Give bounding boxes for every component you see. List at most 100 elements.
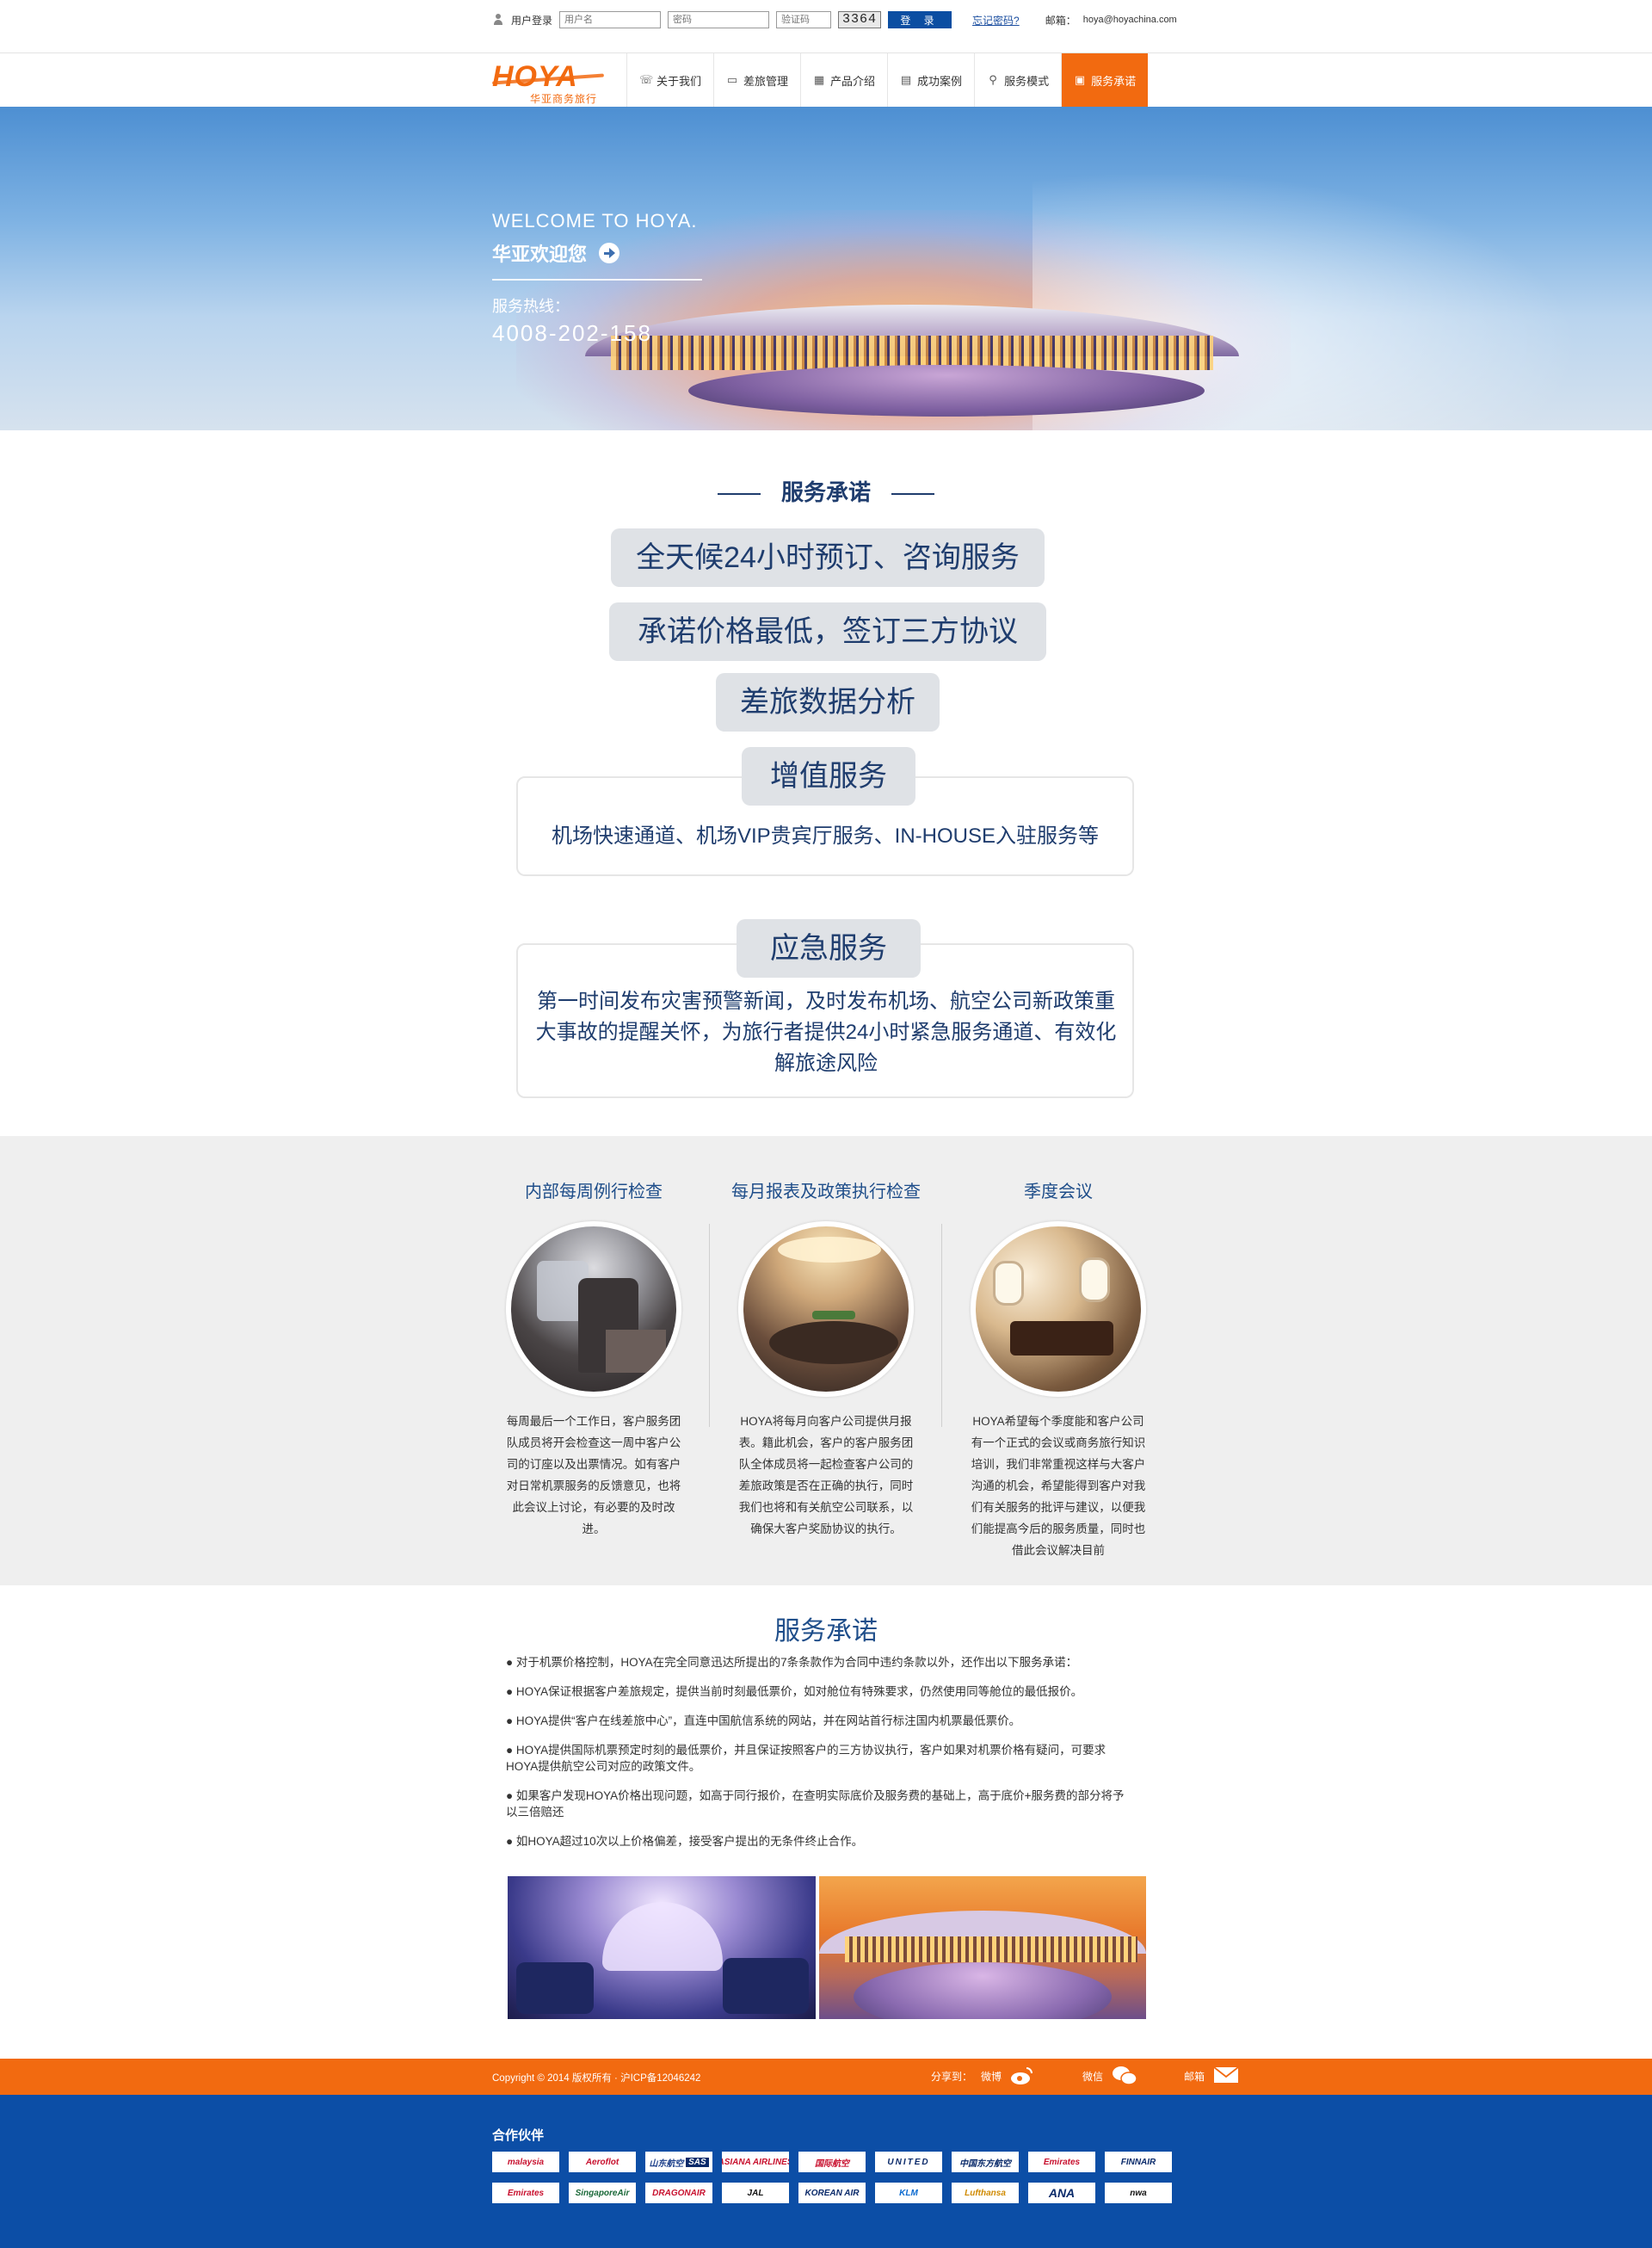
business-cabin-photo	[971, 1221, 1146, 1397]
login-bar: 用户登录 3364 登 录 忘记密码? 邮箱： hoya@hoyachina.c…	[0, 0, 1652, 53]
captcha-image[interactable]: 3364	[838, 11, 882, 28]
nav-item-label: 服务模式	[1004, 74, 1050, 88]
partner-logo[interactable]: Emirates	[492, 2183, 559, 2203]
promise-title: 服务承诺	[0, 475, 1652, 507]
grid-icon: ▦	[813, 73, 825, 86]
check-title: 内部每周例行检查	[525, 1183, 663, 1201]
hero-divider	[492, 279, 702, 281]
username-input[interactable]	[559, 11, 662, 28]
meeting-room-photo	[738, 1221, 914, 1397]
partner-logo[interactable]: Emirates	[1028, 2152, 1095, 2172]
hero-welcome-cn[interactable]: 华亚欢迎您	[492, 239, 702, 267]
nav-item-label: 产品介绍	[830, 74, 876, 88]
column-divider	[941, 1224, 942, 1427]
share-wechat-label[interactable]: 微信	[1082, 2069, 1103, 2084]
cabin-interior-photo	[508, 1876, 816, 2019]
footer-bar: Copyright © 2014 版权所有 · 沪ICP备12046242 分享…	[0, 2059, 1652, 2095]
nav-item-products[interactable]: ▦ 产品介绍	[800, 53, 887, 107]
check-text: HOYA希望每个季度能和客户公司有一个正式的会议或商务旅行知识培训，我们非常重视…	[971, 1415, 1146, 1557]
login-button[interactable]: 登 录	[888, 11, 952, 28]
commitment-item: HOYA提供“客户在线差旅中心”，直连中国航信系统的网站，并在网站首行标注国内机…	[506, 1713, 1125, 1729]
share-mail-label[interactable]: 邮箱	[1184, 2069, 1205, 2084]
partner-logo[interactable]: ANA	[1028, 2183, 1095, 2203]
hero-welcome: WELCOME TO HOYA.	[492, 210, 698, 232]
commitments-title: 服务承诺	[774, 1617, 878, 1646]
nav-item-service-promise[interactable]: ▣ 服务承诺	[1061, 53, 1149, 107]
document-icon: ▤	[900, 73, 912, 86]
share-weibo-label[interactable]: 微博	[981, 2069, 1002, 2084]
partner-logo[interactable]: KOREAN AIR	[798, 2183, 866, 2203]
nav-item-label: 关于我们	[656, 74, 702, 88]
partners-title: 合作伙伴	[492, 2128, 545, 2143]
arrow-right-icon[interactable]	[599, 243, 620, 263]
check-quarterly: 季度会议 HOYA希望每个季度能和客户公司有一个正式的会议或商务旅行知识培训，我…	[955, 1177, 1162, 1561]
partner-logo[interactable]: Aeroflot	[569, 2152, 636, 2172]
check-text: 每周最后一个工作日，客户服务团队成员将开会检查这一周中客户公司的订座以及出票情况…	[506, 1415, 681, 1535]
captcha-input[interactable]	[776, 11, 832, 28]
partner-logo[interactable]: nwa	[1105, 2183, 1172, 2203]
monitor-icon: ▭	[726, 73, 738, 86]
partner-logo[interactable]: FINNAIR	[1105, 2152, 1172, 2172]
partner-logo[interactable]: Lufthansa	[952, 2183, 1019, 2203]
forgot-password-link[interactable]: 忘记密码?	[972, 13, 1020, 28]
nav-item-label: 差旅管理	[743, 74, 789, 88]
partner-logo[interactable]: 中国东方航空	[952, 2152, 1019, 2172]
terminal-road	[688, 365, 1205, 417]
weibo-icon[interactable]	[1010, 2066, 1034, 2086]
check-title: 季度会议	[1024, 1183, 1093, 1201]
check-title: 每月报表及政策执行检查	[731, 1183, 921, 1201]
partner-logos: malaysia Aeroflot 山东航空 SAS ASIANA AIRLIN…	[492, 2152, 1172, 2203]
airport-sunset-photo	[819, 1876, 1146, 2019]
partners-section: 合作伙伴 malaysia Aeroflot 山东航空 SAS ASIANA A…	[0, 2095, 1652, 2248]
page: 用户登录 3364 登 录 忘记密码? 邮箱： hoya@hoyachina.c…	[0, 0, 1652, 2248]
logo-subtitle: 华亚商务旅行	[530, 93, 598, 105]
partner-logo[interactable]: SingaporeAir	[569, 2183, 636, 2203]
nav-item-travel-management[interactable]: ▭ 差旅管理	[713, 53, 800, 107]
wechat-icon[interactable]	[1112, 2066, 1137, 2086]
nav-item-service-mode[interactable]: ⚲ 服务模式	[974, 53, 1061, 107]
partner-logo[interactable]: JAL	[722, 2183, 789, 2203]
hotline-label: 服务热线：	[492, 298, 570, 315]
share-label: 分享到：	[931, 2070, 973, 2083]
promise-pill-data-analysis: 差旅数据分析	[716, 673, 940, 732]
cabin-seats-photo	[506, 1221, 681, 1397]
promise-pill-24h: 全天候24小时预订、咨询服务	[611, 528, 1045, 587]
title-dash	[891, 493, 934, 496]
check-text: HOYA将每月向客户公司提供月报表。籍此机会，客户的客户服务团队全体成员将一起检…	[738, 1415, 914, 1535]
partner-logo[interactable]: malaysia	[492, 2152, 559, 2172]
commitment-item: HOYA保证根据客户差旅规定，提供当前时刻最低票价，如对舱位有特殊要求，仍然使用…	[506, 1683, 1125, 1700]
partner-logo-text: 山东航空	[649, 2158, 684, 2169]
check-monthly: 每月报表及政策执行检查 HOYA将每月向客户公司提供月报表。籍此机会，客户的客户…	[723, 1177, 929, 1540]
partner-logo[interactable]: 国际航空	[798, 2152, 866, 2172]
nav-item-cases[interactable]: ▤ 成功案例	[887, 53, 974, 107]
commitment-item: 如果客户发现HOYA价格出现问题，如高于同行报价，在查明实际底价及服务费的基础上…	[506, 1788, 1125, 1820]
mail-value[interactable]: hoya@hoyachina.com	[1083, 15, 1177, 25]
calendar-icon: ▣	[1074, 73, 1086, 86]
partner-logo[interactable]: UNITED	[875, 2152, 942, 2172]
column-divider	[709, 1224, 710, 1427]
nav-item-about[interactable]: ☏ 关于我们	[626, 53, 713, 107]
partner-logo-text: SAS	[686, 2157, 709, 2167]
commitment-item: 对于机票价格控制，HOYA在完全同意迅达所提出的7条条款作为合同中违约条款以外，…	[506, 1654, 1125, 1671]
hoya-logo[interactable]: HOYA 华亚商务旅行	[492, 62, 606, 105]
partner-logo[interactable]: DRAGONAIR	[645, 2183, 712, 2203]
copyright: Copyright © 2014 版权所有 · 沪ICP备12046242	[492, 2073, 701, 2084]
hotline-number: 4008-202-158	[492, 320, 652, 346]
mail-label: 邮箱：	[1045, 14, 1076, 27]
password-input[interactable]	[668, 11, 770, 28]
hero-welcome-cn-text: 华亚欢迎您	[492, 244, 588, 265]
link-icon: ⚲	[989, 73, 997, 86]
login-label: 用户登录	[511, 14, 553, 27]
mail-icon[interactable]	[1213, 2066, 1239, 2086]
partner-logo[interactable]: ASIANA AIRLINES	[722, 2152, 789, 2172]
partner-logo[interactable]: 山东航空 SAS	[645, 2152, 712, 2172]
emergency-desc: 第一时间发布灾害预警新闻，及时发布机场、航空公司新政策重大事故的提醒关怀，为旅行…	[535, 990, 1117, 1075]
promise-pill-lowest-price: 承诺价格最低，签订三方协议	[609, 602, 1046, 661]
user-icon	[492, 14, 504, 26]
commitments-list: 对于机票价格控制，HOYA在完全同意迅达所提出的7条条款作为合同中违约条款以外，…	[506, 1654, 1125, 1862]
partner-logo[interactable]: KLM	[875, 2183, 942, 2203]
nav-item-label: 成功案例	[917, 74, 963, 88]
hero-text: WELCOME TO HOYA. 华亚欢迎您 服务热线： 4008-202-15…	[492, 210, 702, 347]
main-nav: HOYA 华亚商务旅行 ☏ 关于我们 ▭ 差旅管理 ▦ 产品介绍 ▤ 成功案例 …	[0, 53, 1652, 107]
nav-menu: ☏ 关于我们 ▭ 差旅管理 ▦ 产品介绍 ▤ 成功案例 ⚲ 服务模式 ▣ 服务承…	[626, 53, 1149, 107]
